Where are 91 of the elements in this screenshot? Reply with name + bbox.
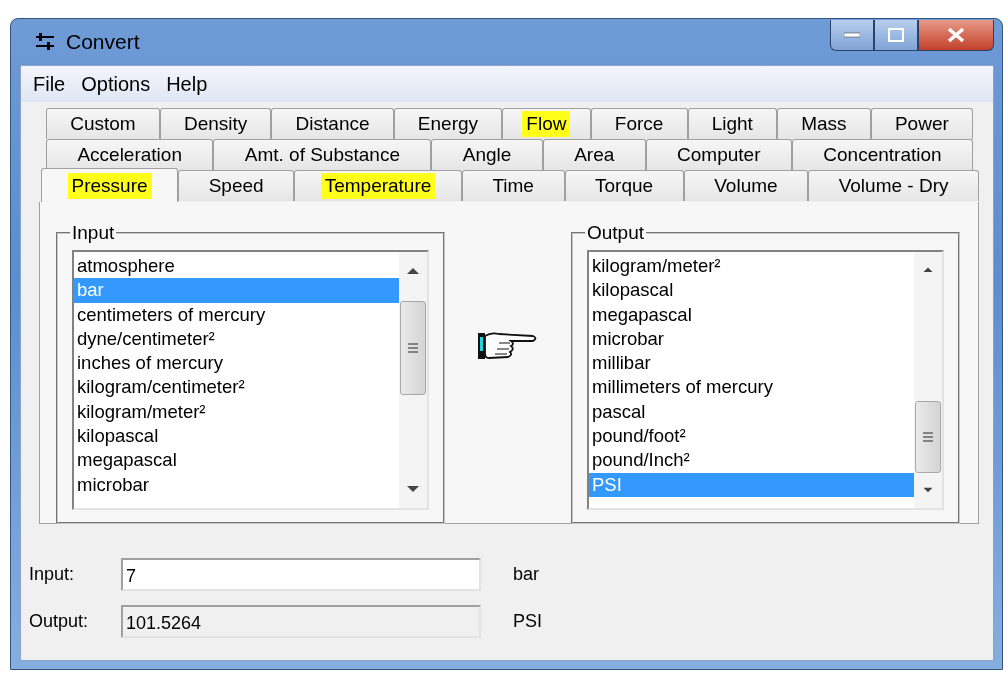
tab-label: Speed (207, 174, 265, 198)
value-field[interactable]: 7 (121, 558, 481, 591)
scroll-down-icon[interactable] (406, 485, 420, 494)
sliders-icon (34, 32, 56, 52)
tab-label: Acceleration (76, 143, 183, 167)
tab-label: Volume (713, 174, 779, 198)
maximize-icon (888, 28, 904, 42)
tab[interactable]: Angle (431, 139, 543, 170)
menu-item[interactable]: Help (160, 72, 214, 96)
close-button[interactable] (918, 20, 994, 51)
group-title: Output (586, 222, 646, 244)
tab[interactable]: Energy (393, 108, 503, 139)
tab-label: Distance (294, 112, 371, 136)
tab-label: Volume - Dry (837, 174, 950, 198)
tab-label: Time (491, 174, 535, 198)
unit-list[interactable]: kilogram/meter² kilopascal megapascal microbar millibar millimeters of mercury pascal pound/foot² pound/Inch² PSI (587, 250, 944, 510)
list-item[interactable]: kilogram/meter² (74, 399, 399, 425)
tab[interactable]: Amt. of Substance (213, 139, 432, 170)
group-title: Input (71, 222, 116, 244)
tab-label: Concentration (822, 143, 943, 167)
tab[interactable]: Pressure (41, 168, 179, 202)
close-icon (947, 27, 965, 43)
list-item[interactable]: microbar (74, 472, 399, 497)
list-item[interactable]: microbar (589, 326, 914, 352)
list-item[interactable]: centimeters of mercury (74, 302, 399, 327)
tab[interactable]: Torque (564, 170, 684, 201)
field-label: Output: (29, 611, 90, 632)
unit-label: PSI (513, 611, 542, 632)
tab-label: Power (893, 112, 950, 136)
tab[interactable]: Mass (777, 108, 871, 139)
tab-label: Density (182, 112, 249, 136)
tab[interactable]: Distance (271, 108, 394, 139)
list-item[interactable]: millibar (589, 351, 914, 376)
tab-label: Pressure (67, 172, 152, 199)
tab[interactable]: Force (590, 108, 688, 139)
tab[interactable]: Flow (502, 108, 591, 139)
maximize-button[interactable] (874, 20, 918, 51)
list-item[interactable]: inches of mercury (74, 351, 399, 376)
pointing-hand-icon (477, 330, 539, 362)
tab[interactable]: Volume (683, 170, 809, 201)
list-item[interactable]: megapascal (74, 448, 399, 473)
list-item[interactable]: dyne/centimeter² (74, 326, 399, 352)
scrollbar[interactable] (914, 252, 942, 508)
unit-list[interactable]: atmosphere bar centimeters of mercury dyne/centimeter² inches of mercury kilogram/centimeter² kilogram/meter² kilopascal megapascal microbar (72, 250, 429, 510)
scroll-down-icon[interactable] (921, 487, 935, 494)
menu-item[interactable]: File (27, 72, 72, 96)
tab-label: Torque (594, 174, 655, 198)
list-item[interactable]: kilopascal (74, 424, 399, 449)
window-title: Convert (66, 30, 140, 54)
list-item[interactable]: kilogram/meter² (589, 254, 914, 279)
tab[interactable]: Volume - Dry (808, 170, 980, 201)
list-item[interactable]: kilopascal (589, 278, 914, 303)
list-item[interactable]: kilogram/centimeter² (74, 375, 399, 400)
field-label: Input: (29, 564, 76, 585)
tab-label: Flow (522, 111, 571, 137)
tab-label: Temperature (320, 173, 436, 199)
scroll-up-icon[interactable] (406, 266, 420, 275)
tab[interactable]: Density (159, 108, 272, 139)
tab-label: Mass (800, 112, 848, 136)
tab-label: Area (573, 143, 616, 167)
tab-label: Angle (461, 143, 513, 167)
tab-label: Custom (69, 112, 137, 136)
tab[interactable]: Speed (178, 170, 295, 201)
minimize-button[interactable] (830, 20, 874, 51)
scroll-thumb[interactable] (915, 401, 941, 474)
tab[interactable]: Time (461, 170, 565, 201)
list-item[interactable]: pascal (589, 399, 914, 425)
tab[interactable]: Concentration (791, 139, 973, 170)
list-item[interactable]: megapascal (589, 302, 914, 327)
tab[interactable]: Computer (645, 139, 792, 170)
tab[interactable]: Area (542, 139, 646, 170)
scroll-up-icon[interactable] (921, 266, 935, 273)
menu-item[interactable]: Options (75, 72, 157, 96)
minimize-icon (844, 32, 860, 38)
tab[interactable]: Custom (46, 108, 160, 139)
tab[interactable]: Temperature (294, 170, 462, 201)
list-item[interactable]: atmosphere (74, 254, 399, 279)
scrollbar[interactable] (399, 252, 427, 508)
tab-label: Light (710, 112, 754, 136)
tab-label: Energy (416, 112, 480, 136)
tab-label: Force (613, 112, 665, 136)
unit-label: bar (513, 564, 539, 585)
tab-label: Amt. of Substance (243, 143, 401, 167)
scroll-thumb[interactable] (400, 301, 426, 395)
tab[interactable]: Power (870, 108, 973, 139)
tab[interactable]: Light (687, 108, 778, 139)
list-item[interactable]: pound/foot² (589, 424, 914, 449)
list-item[interactable]: millimeters of mercury (589, 375, 914, 400)
tab-label: Computer (676, 143, 762, 167)
list-item[interactable]: pound/Inch² (589, 448, 914, 473)
tab[interactable]: Acceleration (46, 139, 214, 170)
